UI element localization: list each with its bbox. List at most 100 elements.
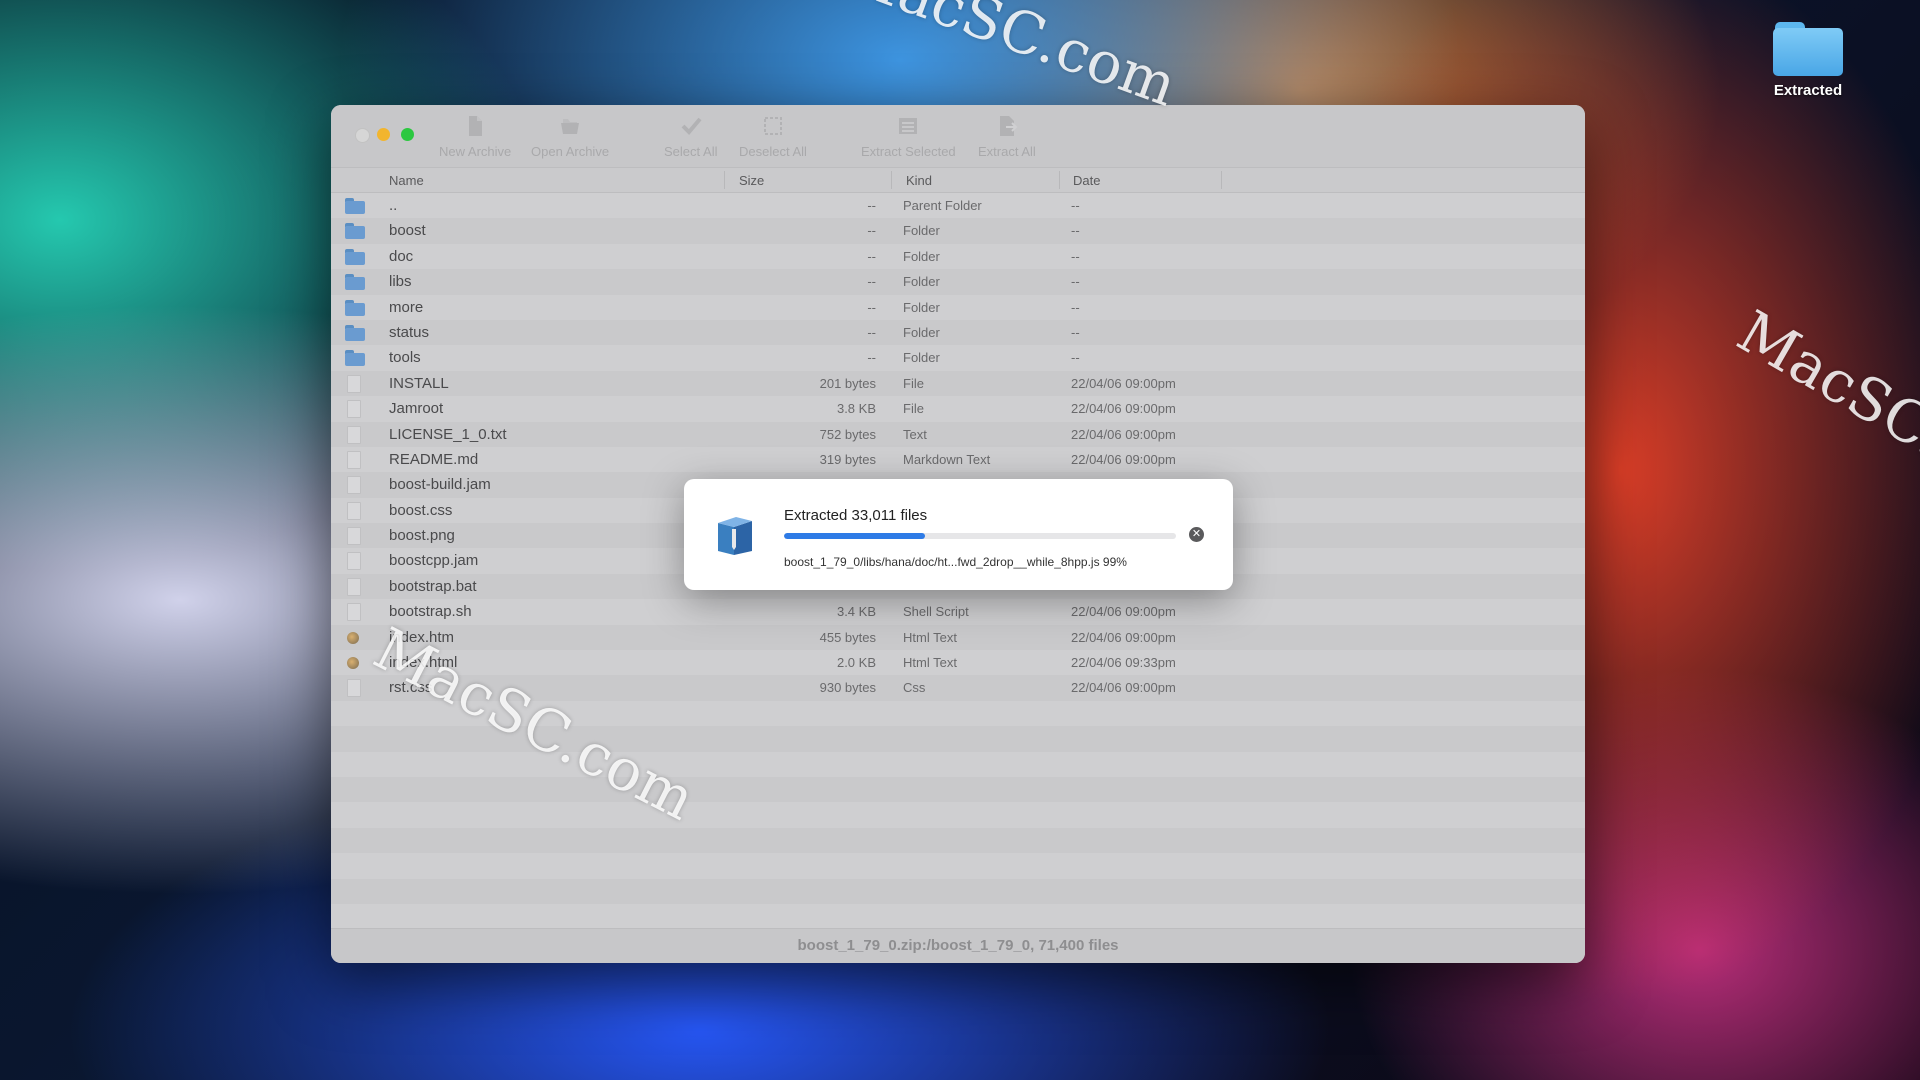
select-all-label: Select All: [664, 144, 718, 159]
column-header-kind[interactable]: Kind: [906, 173, 932, 188]
cancel-extraction-button[interactable]: ✕: [1189, 527, 1204, 542]
file-size: 2.0 KB: [836, 655, 876, 671]
file-size: --: [867, 198, 876, 213]
new-archive-button[interactable]: New Archive: [439, 115, 511, 159]
column-header-size[interactable]: Size: [739, 173, 764, 188]
document-export-icon: [999, 116, 1018, 136]
web-icon: [347, 631, 359, 644]
file-size: --: [867, 324, 876, 340]
file-date: --: [1071, 274, 1080, 290]
table-row[interactable]: LICENSE_1_0.txt 752 bytes Text 22/04/06 09:…: [331, 421, 1585, 447]
file-kind: Folder: [903, 274, 940, 290]
file-date: 22/04/06 09:00pm: [1071, 401, 1176, 417]
file-date: --: [1071, 324, 1080, 340]
file-date: 22/04/06 09:00pm: [1071, 604, 1176, 620]
select-all-button[interactable]: Select All: [664, 115, 717, 159]
empty-row: [331, 878, 1585, 904]
file-kind: Text: [903, 426, 927, 442]
file-name: LICENSE_1_0.txt: [389, 425, 507, 443]
file-date: 22/04/06 09:00pm: [1071, 451, 1176, 467]
desktop-folder-label: Extracted: [1773, 82, 1843, 99]
file-name: INSTALL: [389, 374, 449, 392]
file-name: boost: [389, 222, 426, 240]
empty-row: [331, 904, 1585, 929]
table-row[interactable]: libs -- Folder --: [331, 269, 1585, 295]
folder-icon: [345, 299, 365, 316]
watermark: MacSC.com: [833, 0, 1186, 120]
file-icon: [347, 476, 361, 495]
progress-fill: [784, 533, 926, 539]
close-window-button[interactable]: [355, 128, 370, 143]
status-bar: boost_1_79_0.zip:/boost_1_79_0, 71,400 f…: [331, 928, 1585, 963]
file-name: doc: [389, 247, 414, 265]
file-date: 22/04/06 09:00pm: [1071, 680, 1176, 696]
file-kind: Css: [903, 680, 926, 696]
file-name: Jamroot: [389, 400, 444, 418]
file-name: status: [389, 323, 430, 341]
file-size: --: [867, 248, 876, 264]
watermark: MacSC.com: [1726, 297, 1920, 531]
file-name: boost.png: [389, 527, 455, 545]
table-row[interactable]: index.htm 455 bytes Html Text 22/04/06 09:0…: [331, 624, 1585, 651]
file-date: --: [1071, 198, 1080, 213]
archive-box-icon: [718, 517, 752, 555]
table-row[interactable]: Jamroot 3.8 KB File 22/04/06 09:00pm: [331, 396, 1585, 421]
file-size: 3.8 KB: [836, 401, 876, 417]
file-name: boost.css: [389, 501, 453, 519]
file-date: --: [1071, 299, 1080, 315]
table-row[interactable]: README.md 319 bytes Markdown Text 22/04/06 …: [331, 447, 1585, 472]
file-kind: Folder: [903, 248, 940, 264]
close-icon: ✕: [1191, 528, 1202, 540]
extract-all-button[interactable]: Extract All: [978, 115, 1036, 159]
file-name: boostcpp.jam: [389, 552, 479, 570]
open-archive-button[interactable]: Open Archive: [531, 115, 609, 159]
extract-all-label: Extract All: [978, 144, 1036, 159]
table-row[interactable]: bootstrap.sh 3.4 KB Shell Script 22/04/06 0…: [331, 599, 1585, 624]
file-size: --: [867, 274, 876, 290]
empty-row: [331, 752, 1585, 777]
file-date: --: [1071, 350, 1080, 366]
table-row[interactable]: more -- Folder --: [331, 295, 1585, 320]
file-icon: [347, 501, 361, 520]
file-icon: [347, 425, 361, 444]
dialog-title: Extracted 33,011 files: [784, 507, 928, 524]
desktop-folder-extracted[interactable]: Extracted: [1760, 18, 1856, 99]
minimize-window-button[interactable]: [377, 128, 390, 141]
file-size: 455 bytes: [819, 629, 876, 645]
folder-icon: [345, 223, 365, 240]
open-archive-label: Open Archive: [531, 144, 610, 159]
column-header-name[interactable]: Name: [389, 173, 424, 188]
file-name: more: [389, 298, 424, 316]
file-name: boost-build.jam: [389, 476, 491, 494]
file-size: 3.4 KB: [836, 604, 876, 620]
file-date: 22/04/06 09:33pm: [1071, 655, 1176, 671]
deselect-all-label: Deselect All: [739, 144, 807, 159]
extract-selected-button[interactable]: Extract Selected: [861, 115, 956, 159]
file-icon: [347, 552, 361, 571]
file-date: --: [1071, 223, 1080, 239]
file-kind: Html Text: [903, 629, 957, 645]
deselect-all-button[interactable]: Deselect All: [739, 115, 807, 159]
table-row[interactable]: boost -- Folder --: [331, 218, 1585, 244]
empty-row: [331, 827, 1585, 854]
table-row[interactable]: INSTALL 201 bytes File 22/04/06 09:00pm: [331, 370, 1585, 397]
file-size: 752 bytes: [819, 426, 876, 442]
folder-icon: [1773, 18, 1843, 76]
table-row[interactable]: index.html 2.0 KB Html Text 22/04/06 09:33p…: [331, 650, 1585, 675]
file-date: 22/04/06 09:00pm: [1071, 629, 1176, 645]
zoom-window-button[interactable]: [401, 128, 414, 141]
table-row[interactable]: .. -- Parent Folder --: [331, 193, 1585, 218]
folder-icon: [345, 274, 365, 291]
folder-icon: [345, 324, 365, 341]
file-date: 22/04/06 09:00pm: [1071, 375, 1176, 391]
table-row[interactable]: doc -- Folder --: [331, 244, 1585, 269]
extract-selected-label: Extract Selected: [861, 144, 956, 159]
new-archive-label: New Archive: [439, 144, 512, 159]
column-header-date[interactable]: Date: [1073, 173, 1100, 188]
table-row[interactable]: status -- Folder --: [331, 319, 1585, 346]
file-icon: [347, 374, 361, 393]
table-header: Name Size Kind Date: [331, 168, 1585, 193]
folder-icon: [345, 350, 365, 367]
table-row[interactable]: tools -- Folder --: [331, 345, 1585, 370]
file-name: README.md: [389, 450, 479, 468]
